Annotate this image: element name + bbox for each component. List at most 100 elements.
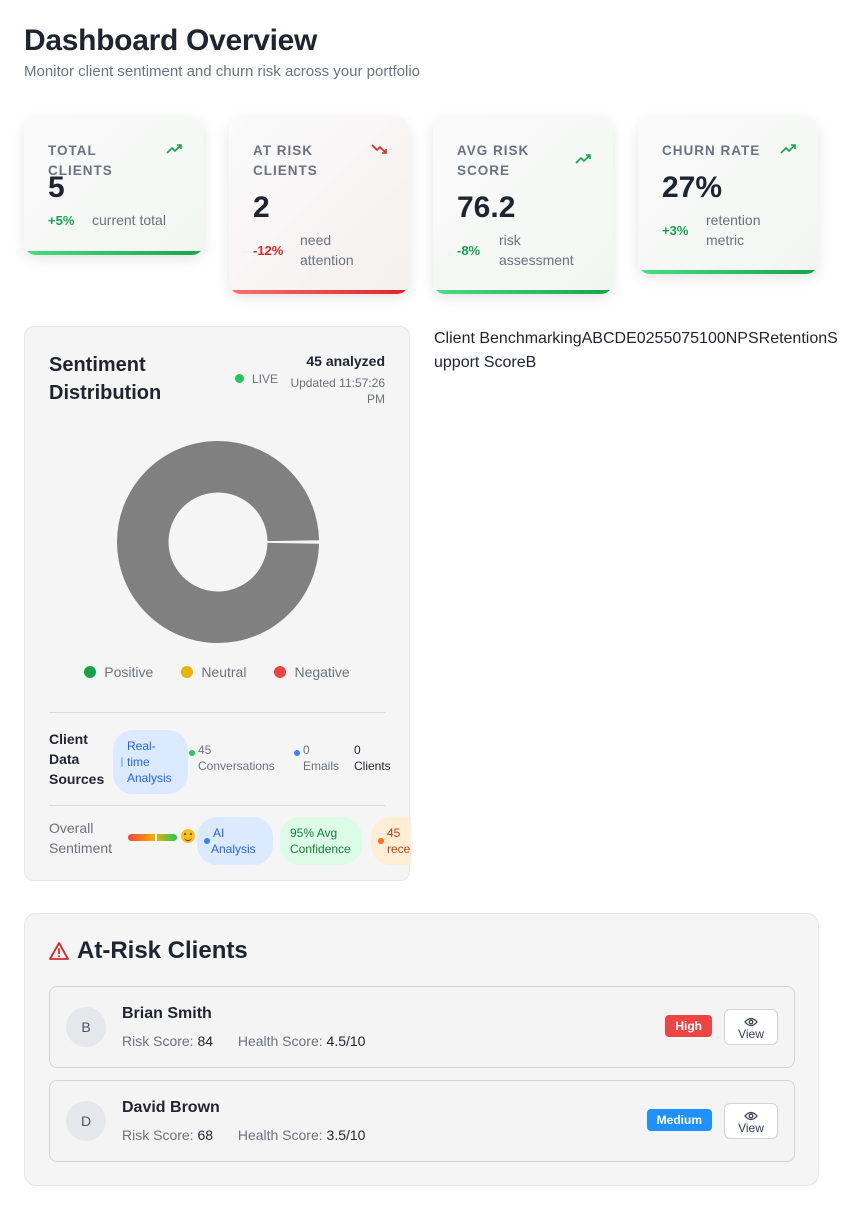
overall-sentiment-row: Overall Sentiment AI Analysis 95% Avg Co…	[25, 805, 411, 865]
trending-down-icon	[371, 144, 387, 154]
clients-source: 0 Clients	[354, 742, 394, 774]
kpi-card-total-clients: TOTAL CLIENTS 5 +5% current total	[24, 117, 204, 255]
risk-score-label: Risk Score:	[122, 1127, 194, 1143]
client-data-sources-label: Client Data Sources	[49, 731, 105, 787]
confidence-pill: 95% Avg Confidence	[280, 817, 362, 865]
client-scores: Risk Score: 68 Health Score: 3.5/10	[122, 1127, 365, 1143]
sentiment-legend: Positive Neutral Negative	[25, 664, 409, 680]
health-score-value: 4.5/10	[326, 1033, 366, 1049]
kpi-label: AT RISK CLIENTS	[253, 143, 318, 178]
legend-item-neutral: Neutral	[181, 664, 246, 680]
pill-dot	[378, 838, 384, 844]
analyzed-count: 45 analyzed	[306, 353, 385, 369]
pill-label: 45 rece	[387, 826, 411, 856]
kpi-card-avg-risk-score: AVG RISK SCORE 76.2 -8% risk assessment	[433, 117, 613, 294]
kpi-value: 27%	[662, 171, 723, 204]
risk-level-badge: Medium	[646, 1109, 712, 1131]
pill-dot	[204, 838, 210, 844]
view-button[interactable]: View	[724, 1009, 778, 1045]
smile-emoji-icon	[181, 829, 195, 843]
risk-level-badge: High	[665, 1015, 712, 1037]
trending-up-icon	[780, 144, 796, 154]
sentiment-marker	[155, 833, 157, 842]
kpi-change: -8%	[457, 243, 481, 258]
donut-segment-upper	[117, 441, 319, 544]
pill-label: 95% Avg Confidence	[290, 826, 351, 856]
kpi-note: retention metric	[706, 212, 761, 248]
health-score-label: Health Score:	[237, 1033, 323, 1049]
sentiment-title: Sentiment Distribution	[49, 354, 162, 404]
risk-score-label: Risk Score:	[122, 1033, 194, 1049]
kpi-accent-bar	[638, 270, 818, 274]
kpi-value: 76.2	[457, 191, 516, 224]
client-row[interactable]: B Brian Smith Risk Score: 84 Health Scor…	[49, 986, 795, 1068]
health-score-label: Health Score:	[237, 1127, 323, 1143]
trending-up-icon	[575, 154, 591, 164]
ai-analysis-pill: AI Analysis	[197, 817, 273, 865]
sentiment-donut-chart	[117, 441, 319, 643]
legend-label: Negative	[294, 664, 350, 680]
kpi-change: +3%	[662, 223, 689, 238]
divider	[49, 712, 385, 713]
client-name: Brian Smith	[122, 1005, 212, 1022]
kpi-note: current total	[92, 212, 166, 228]
at-risk-clients-card: At-Risk Clients B Brian Smith Risk Score…	[24, 913, 819, 1186]
source-text: 0 Clients	[354, 743, 391, 773]
kpi-label: CHURN RATE	[662, 143, 761, 158]
eye-icon	[744, 1017, 758, 1027]
client-name: David Brown	[122, 1099, 220, 1116]
sentiment-distribution-card: Sentiment Distribution LIVE 45 analyzed …	[24, 326, 411, 881]
realtime-analysis-pill: Real-time Analysis	[113, 730, 188, 794]
recent-pill: 45 rece	[371, 817, 411, 865]
view-label: View	[738, 1121, 764, 1135]
kpi-change: +5%	[48, 213, 75, 228]
emails-source: 0 Emails	[294, 742, 343, 774]
kpi-card-at-risk-clients: AT RISK CLIENTS 2 -12% need attention	[229, 117, 409, 294]
client-row[interactable]: D David Brown Risk Score: 68 Health Scor…	[49, 1080, 795, 1162]
at-risk-title: At-Risk Clients	[77, 937, 248, 964]
source-dot	[189, 750, 195, 756]
alert-triangle-icon	[49, 942, 69, 960]
legend-dot	[84, 666, 97, 678]
overall-sentiment-label: Overall Sentiment	[49, 820, 113, 856]
kpi-card-churn-rate: CHURN RATE 27% +3% retention metric	[638, 117, 818, 274]
kpi-value: 5	[48, 171, 65, 204]
live-indicator-dot	[235, 374, 244, 383]
risk-score-value: 84	[197, 1033, 214, 1049]
conversations-source: 45 Conversations	[189, 742, 278, 774]
client-scores: Risk Score: 84 Health Score: 4.5/10	[122, 1033, 365, 1049]
view-button[interactable]: View	[724, 1103, 778, 1139]
avatar: B	[66, 1007, 106, 1047]
health-score-value: 3.5/10	[326, 1127, 366, 1143]
legend-label: Neutral	[201, 664, 247, 680]
legend-dot	[181, 666, 194, 678]
legend-dot	[274, 666, 287, 678]
kpi-note: need attention	[300, 232, 354, 268]
kpi-accent-bar	[229, 290, 409, 294]
kpi-change: -12%	[253, 243, 284, 258]
kpi-label: AVG RISK SCORE	[457, 143, 530, 178]
updated-timestamp: Updated 11:57:26 PM	[290, 376, 385, 406]
kpi-accent-bar	[24, 251, 204, 255]
pill-dot	[121, 757, 123, 767]
view-label: View	[738, 1027, 764, 1041]
legend-item-positive: Positive	[84, 664, 153, 680]
source-text: 45 Conversations	[198, 743, 275, 773]
source-text: 0 Emails	[303, 743, 340, 773]
pill-label: Real-time Analysis	[127, 739, 172, 785]
pill-label: AI Analysis	[211, 826, 256, 856]
donut-segment-lower	[117, 540, 319, 643]
page-subtitle: Monitor client sentiment and churn risk …	[24, 63, 421, 80]
page-title: Dashboard Overview	[24, 24, 318, 57]
kpi-accent-bar	[433, 290, 613, 294]
sentiment-gradient-bar	[128, 833, 177, 842]
risk-score-value: 68	[197, 1127, 214, 1143]
client-benchmarking-text: Client BenchmarkingABCDE0255075100NPSRet…	[434, 330, 838, 371]
avatar: D	[66, 1101, 106, 1141]
legend-item-negative: Negative	[274, 664, 350, 680]
kpi-value: 2	[253, 191, 270, 224]
legend-label: Positive	[104, 664, 154, 680]
source-dot	[294, 750, 300, 756]
trending-up-icon	[166, 144, 182, 154]
eye-icon	[744, 1111, 758, 1121]
